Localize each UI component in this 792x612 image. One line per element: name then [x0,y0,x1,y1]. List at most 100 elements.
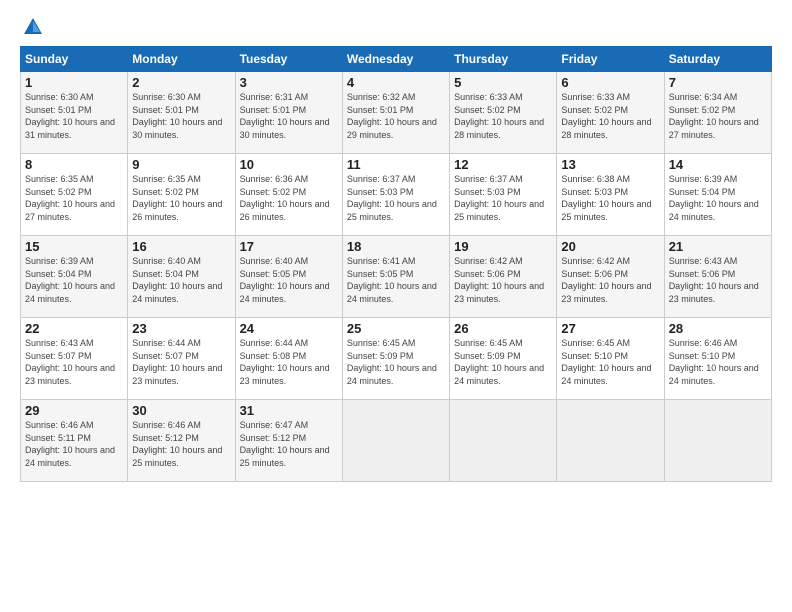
day-info: Sunrise: 6:46 AMSunset: 5:12 PMDaylight:… [132,419,230,469]
day-number: 15 [25,239,123,254]
calendar-cell: 23Sunrise: 6:44 AMSunset: 5:07 PMDayligh… [128,318,235,400]
calendar-cell: 17Sunrise: 6:40 AMSunset: 5:05 PMDayligh… [235,236,342,318]
col-header-friday: Friday [557,47,664,72]
day-number: 24 [240,321,338,336]
week-row-2: 8Sunrise: 6:35 AMSunset: 5:02 PMDaylight… [21,154,772,236]
calendar-cell: 19Sunrise: 6:42 AMSunset: 5:06 PMDayligh… [450,236,557,318]
day-number: 14 [669,157,767,172]
day-number: 19 [454,239,552,254]
day-number: 5 [454,75,552,90]
day-number: 11 [347,157,445,172]
calendar-cell: 18Sunrise: 6:41 AMSunset: 5:05 PMDayligh… [342,236,449,318]
calendar-cell: 26Sunrise: 6:45 AMSunset: 5:09 PMDayligh… [450,318,557,400]
day-number: 20 [561,239,659,254]
day-number: 10 [240,157,338,172]
week-row-4: 22Sunrise: 6:43 AMSunset: 5:07 PMDayligh… [21,318,772,400]
day-info: Sunrise: 6:45 AMSunset: 5:09 PMDaylight:… [347,337,445,387]
day-info: Sunrise: 6:42 AMSunset: 5:06 PMDaylight:… [561,255,659,305]
day-info: Sunrise: 6:39 AMSunset: 5:04 PMDaylight:… [669,173,767,223]
calendar-cell: 10Sunrise: 6:36 AMSunset: 5:02 PMDayligh… [235,154,342,236]
day-info: Sunrise: 6:35 AMSunset: 5:02 PMDaylight:… [132,173,230,223]
day-info: Sunrise: 6:39 AMSunset: 5:04 PMDaylight:… [25,255,123,305]
logo [20,16,44,38]
day-number: 7 [669,75,767,90]
day-info: Sunrise: 6:32 AMSunset: 5:01 PMDaylight:… [347,91,445,141]
week-row-1: 1Sunrise: 6:30 AMSunset: 5:01 PMDaylight… [21,72,772,154]
calendar-cell: 6Sunrise: 6:33 AMSunset: 5:02 PMDaylight… [557,72,664,154]
calendar-cell: 11Sunrise: 6:37 AMSunset: 5:03 PMDayligh… [342,154,449,236]
day-number: 18 [347,239,445,254]
day-number: 30 [132,403,230,418]
calendar-cell: 8Sunrise: 6:35 AMSunset: 5:02 PMDaylight… [21,154,128,236]
day-number: 29 [25,403,123,418]
day-number: 3 [240,75,338,90]
day-number: 28 [669,321,767,336]
day-number: 22 [25,321,123,336]
day-info: Sunrise: 6:30 AMSunset: 5:01 PMDaylight:… [132,91,230,141]
calendar-cell: 29Sunrise: 6:46 AMSunset: 5:11 PMDayligh… [21,400,128,482]
calendar-table: SundayMondayTuesdayWednesdayThursdayFrid… [20,46,772,482]
day-number: 2 [132,75,230,90]
day-info: Sunrise: 6:30 AMSunset: 5:01 PMDaylight:… [25,91,123,141]
calendar-cell [342,400,449,482]
calendar-cell: 16Sunrise: 6:40 AMSunset: 5:04 PMDayligh… [128,236,235,318]
calendar-cell: 4Sunrise: 6:32 AMSunset: 5:01 PMDaylight… [342,72,449,154]
logo-icon [22,16,44,38]
col-header-sunday: Sunday [21,47,128,72]
calendar-cell: 31Sunrise: 6:47 AMSunset: 5:12 PMDayligh… [235,400,342,482]
calendar-cell [557,400,664,482]
day-info: Sunrise: 6:44 AMSunset: 5:08 PMDaylight:… [240,337,338,387]
calendar-page: SundayMondayTuesdayWednesdayThursdayFrid… [0,0,792,612]
day-info: Sunrise: 6:31 AMSunset: 5:01 PMDaylight:… [240,91,338,141]
col-header-wednesday: Wednesday [342,47,449,72]
day-info: Sunrise: 6:44 AMSunset: 5:07 PMDaylight:… [132,337,230,387]
calendar-cell: 27Sunrise: 6:45 AMSunset: 5:10 PMDayligh… [557,318,664,400]
page-header [20,16,772,38]
day-number: 21 [669,239,767,254]
col-header-saturday: Saturday [664,47,771,72]
calendar-cell: 13Sunrise: 6:38 AMSunset: 5:03 PMDayligh… [557,154,664,236]
col-header-monday: Monday [128,47,235,72]
day-number: 6 [561,75,659,90]
calendar-header-row: SundayMondayTuesdayWednesdayThursdayFrid… [21,47,772,72]
calendar-cell: 5Sunrise: 6:33 AMSunset: 5:02 PMDaylight… [450,72,557,154]
calendar-cell: 9Sunrise: 6:35 AMSunset: 5:02 PMDaylight… [128,154,235,236]
day-info: Sunrise: 6:40 AMSunset: 5:05 PMDaylight:… [240,255,338,305]
week-row-3: 15Sunrise: 6:39 AMSunset: 5:04 PMDayligh… [21,236,772,318]
day-number: 16 [132,239,230,254]
week-row-5: 29Sunrise: 6:46 AMSunset: 5:11 PMDayligh… [21,400,772,482]
day-info: Sunrise: 6:38 AMSunset: 5:03 PMDaylight:… [561,173,659,223]
calendar-cell: 3Sunrise: 6:31 AMSunset: 5:01 PMDaylight… [235,72,342,154]
day-info: Sunrise: 6:45 AMSunset: 5:10 PMDaylight:… [561,337,659,387]
day-info: Sunrise: 6:36 AMSunset: 5:02 PMDaylight:… [240,173,338,223]
calendar-cell: 30Sunrise: 6:46 AMSunset: 5:12 PMDayligh… [128,400,235,482]
calendar-cell: 25Sunrise: 6:45 AMSunset: 5:09 PMDayligh… [342,318,449,400]
day-number: 8 [25,157,123,172]
day-number: 31 [240,403,338,418]
day-number: 25 [347,321,445,336]
day-number: 26 [454,321,552,336]
day-info: Sunrise: 6:47 AMSunset: 5:12 PMDaylight:… [240,419,338,469]
day-info: Sunrise: 6:40 AMSunset: 5:04 PMDaylight:… [132,255,230,305]
day-info: Sunrise: 6:42 AMSunset: 5:06 PMDaylight:… [454,255,552,305]
day-info: Sunrise: 6:46 AMSunset: 5:10 PMDaylight:… [669,337,767,387]
day-info: Sunrise: 6:33 AMSunset: 5:02 PMDaylight:… [454,91,552,141]
day-info: Sunrise: 6:43 AMSunset: 5:06 PMDaylight:… [669,255,767,305]
calendar-cell: 28Sunrise: 6:46 AMSunset: 5:10 PMDayligh… [664,318,771,400]
calendar-cell: 21Sunrise: 6:43 AMSunset: 5:06 PMDayligh… [664,236,771,318]
day-number: 4 [347,75,445,90]
day-number: 12 [454,157,552,172]
day-info: Sunrise: 6:35 AMSunset: 5:02 PMDaylight:… [25,173,123,223]
day-number: 17 [240,239,338,254]
calendar-cell: 14Sunrise: 6:39 AMSunset: 5:04 PMDayligh… [664,154,771,236]
day-info: Sunrise: 6:46 AMSunset: 5:11 PMDaylight:… [25,419,123,469]
calendar-cell: 2Sunrise: 6:30 AMSunset: 5:01 PMDaylight… [128,72,235,154]
day-number: 1 [25,75,123,90]
calendar-cell: 15Sunrise: 6:39 AMSunset: 5:04 PMDayligh… [21,236,128,318]
day-info: Sunrise: 6:37 AMSunset: 5:03 PMDaylight:… [347,173,445,223]
day-number: 27 [561,321,659,336]
day-info: Sunrise: 6:37 AMSunset: 5:03 PMDaylight:… [454,173,552,223]
calendar-cell: 12Sunrise: 6:37 AMSunset: 5:03 PMDayligh… [450,154,557,236]
calendar-cell: 7Sunrise: 6:34 AMSunset: 5:02 PMDaylight… [664,72,771,154]
calendar-cell [450,400,557,482]
